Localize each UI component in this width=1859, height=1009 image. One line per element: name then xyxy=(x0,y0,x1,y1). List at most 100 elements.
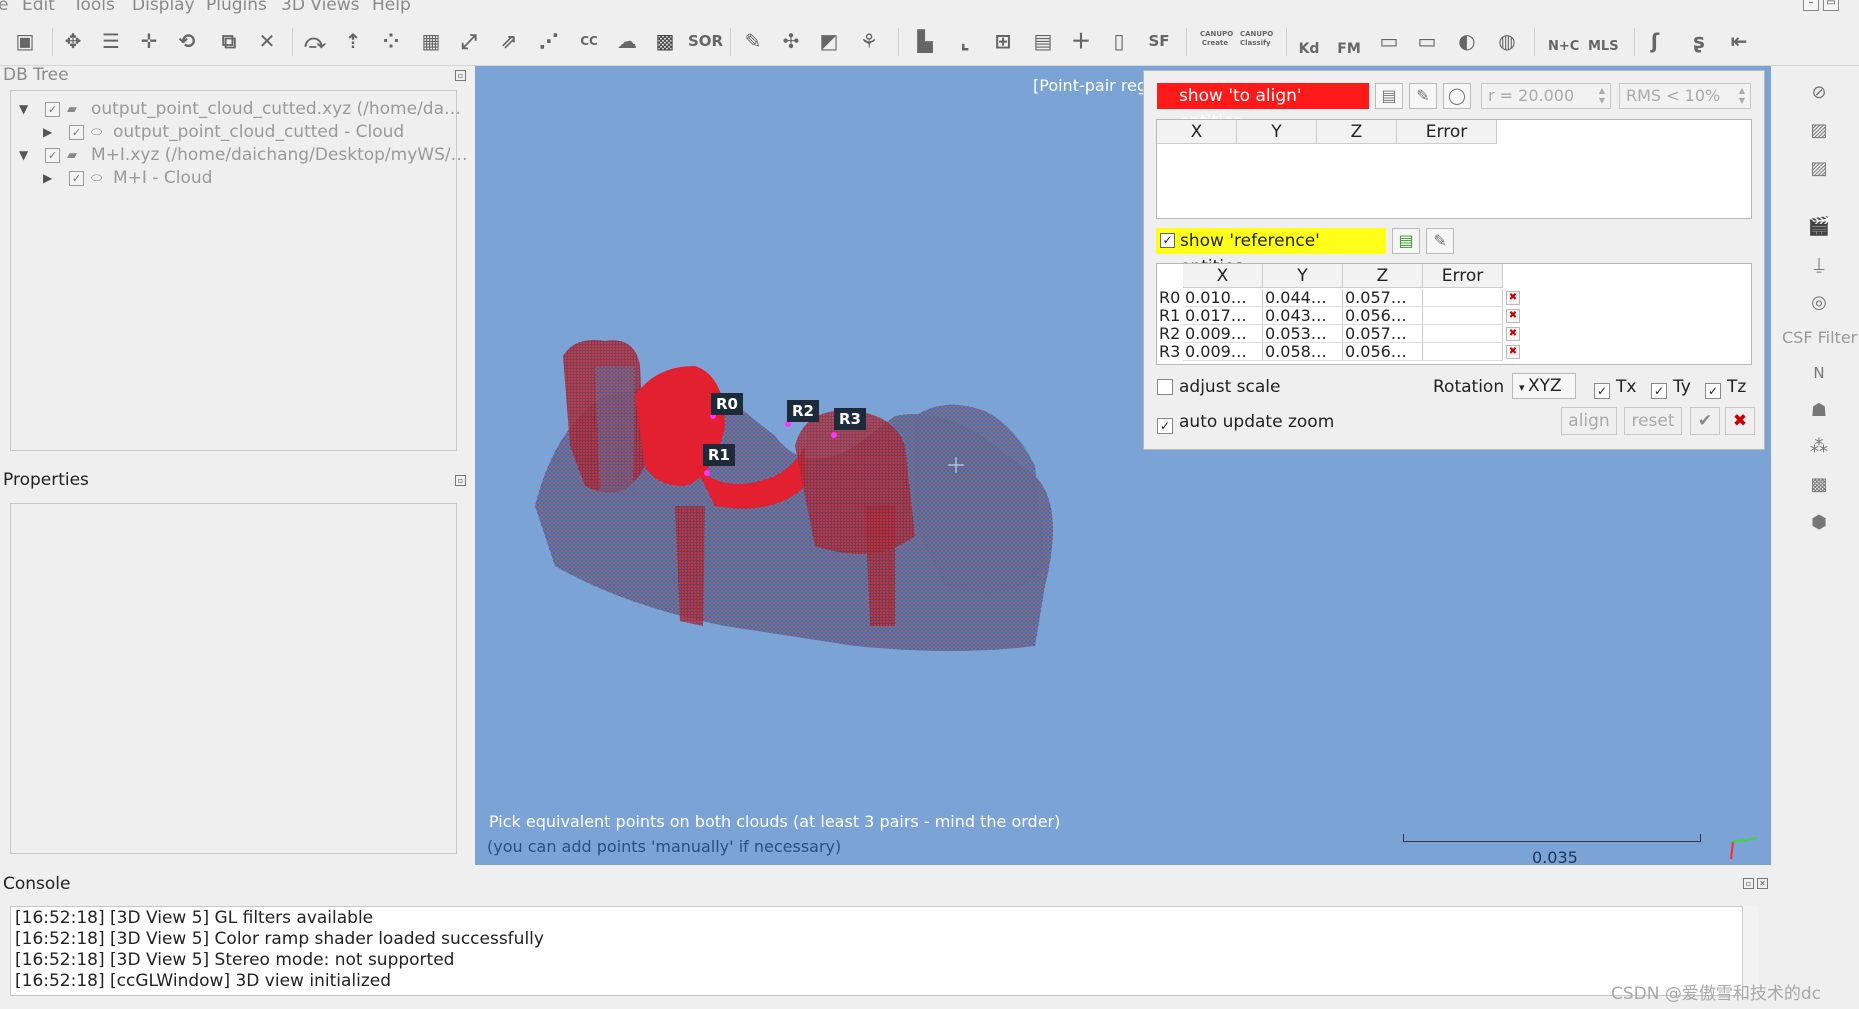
doc-icon[interactable]: ▯ xyxy=(1104,26,1134,56)
nc-icon[interactable]: N+C xyxy=(1548,26,1579,56)
column-header-y[interactable]: Y xyxy=(1263,264,1343,288)
expand-arrow-icon[interactable]: ▶ xyxy=(43,171,52,185)
move-icon[interactable]: ✣ xyxy=(776,26,806,56)
menu-item-edit[interactable]: Edit xyxy=(22,0,55,15)
brush-icon[interactable]: ⍊ xyxy=(1804,250,1834,280)
scale-icon[interactable]: ⇗ xyxy=(494,26,524,56)
rotate-icon[interactable]: ⟲ xyxy=(172,26,202,56)
ss-icon[interactable]: ʂ xyxy=(1684,26,1714,56)
forbidden-icon[interactable]: ⊘ xyxy=(1804,78,1834,108)
column-header-z[interactable]: Z xyxy=(1343,264,1423,288)
sample-icon[interactable]: ⁘ xyxy=(376,26,406,56)
ty-checkbox[interactable]: ✓ Ty xyxy=(1651,377,1691,399)
align-points-table[interactable]: X Y Z Error xyxy=(1156,119,1752,219)
cell-y[interactable]: 0.043… xyxy=(1263,307,1343,325)
cell-error[interactable] xyxy=(1423,343,1503,361)
sf-icon[interactable]: SF xyxy=(1144,26,1174,56)
cc-icon[interactable]: CC xyxy=(574,26,604,56)
rotation-select[interactable]: ▾ XYZ xyxy=(1512,373,1576,399)
canupo-create-icon[interactable]: CANUPO Create xyxy=(1200,26,1233,56)
cell-x[interactable]: 0.009… xyxy=(1183,343,1263,361)
rms-spinbox[interactable]: RMS < 10% ▲ ▼ xyxy=(1619,83,1751,109)
delete-icon[interactable]: ✕ xyxy=(252,26,282,56)
maximize-icon[interactable]: ▭ xyxy=(1823,0,1839,11)
align-button[interactable]: align xyxy=(1561,407,1617,435)
db-tree-close-icon[interactable]: ▫ xyxy=(455,70,466,81)
tree-checkbox[interactable]: ✓ xyxy=(45,148,60,163)
cam-icon[interactable]: ▭ xyxy=(1374,26,1404,56)
expand-arrow-icon[interactable]: ▼ xyxy=(19,148,28,162)
north-icon[interactable]: N xyxy=(1804,358,1834,388)
cell-error[interactable] xyxy=(1423,307,1503,325)
console-output[interactable]: [16:52:18] [3D View 5] GL filters availa… xyxy=(10,906,1759,996)
plane-icon[interactable]: ◩ xyxy=(814,26,844,56)
poisson-icon[interactable]: ⬢ xyxy=(1804,508,1834,538)
sor-icon[interactable]: SOR xyxy=(688,26,723,56)
table-icon[interactable]: ▤ xyxy=(1375,83,1403,109)
tz-checkbox[interactable]: ✓ Tz xyxy=(1705,377,1746,399)
cell-z[interactable]: 0.056… xyxy=(1343,307,1423,325)
canupo-classify-icon[interactable]: CANUPO Classify xyxy=(1240,26,1273,56)
remove-point-icon[interactable]: ✖ xyxy=(1506,309,1520,323)
remove-point-icon[interactable]: ✖ xyxy=(1506,291,1520,305)
normals-icon[interactable]: ⤢ xyxy=(454,26,484,56)
filter-icon[interactable]: ⚘ xyxy=(854,26,884,56)
pencil-icon[interactable]: ✎ xyxy=(1409,83,1437,109)
cell-z[interactable]: 0.057… xyxy=(1343,289,1423,307)
cell-error[interactable] xyxy=(1423,325,1503,343)
hpr-icon[interactable]: ☗ xyxy=(1804,396,1834,426)
cell-x[interactable]: 0.017… xyxy=(1183,307,1263,325)
show-to-align-button[interactable]: show 'to align' entities xyxy=(1157,83,1369,132)
cell-x[interactable]: 0.009… xyxy=(1183,325,1263,343)
column-header-error[interactable]: Error xyxy=(1423,264,1503,288)
translate-icon[interactable]: ✛ xyxy=(134,26,164,56)
noise-icon[interactable]: ▦ xyxy=(416,26,446,56)
reference-checkbox[interactable]: ✓ xyxy=(1160,233,1175,248)
sphere-toggle-icon[interactable]: ◯ xyxy=(1443,83,1471,109)
checkbox-box[interactable]: ✓ xyxy=(1651,383,1667,399)
max-icon[interactable]: ⊞ xyxy=(988,26,1018,56)
spin-arrows-icon[interactable]: ▲ ▼ xyxy=(1596,86,1608,106)
remove-point-icon[interactable]: ✖ xyxy=(1506,327,1520,341)
sphere-icon[interactable]: ◐ xyxy=(1452,26,1482,56)
menu-item-file[interactable]: e xyxy=(0,0,8,15)
checker-icon[interactable]: ▩ xyxy=(650,26,680,56)
cell-y[interactable]: 0.053… xyxy=(1263,325,1343,343)
plus-icon[interactable]: ＋ xyxy=(1066,26,1096,56)
save-icon[interactable]: ▣ xyxy=(10,26,40,56)
radius-spinbox[interactable]: r = 20.000 ▲ ▼ xyxy=(1481,83,1611,109)
cell-x[interactable]: 0.010… xyxy=(1183,289,1263,307)
segment-icon[interactable]: ⋰ xyxy=(534,26,564,56)
menu-item-help[interactable]: Help xyxy=(372,0,411,15)
column-header-error[interactable]: Error xyxy=(1397,120,1497,144)
menu-item-plugins[interactable]: Plugins xyxy=(206,0,267,15)
merge-icon[interactable]: ⤼ xyxy=(300,26,330,56)
menu-item-display[interactable]: Display xyxy=(132,0,195,15)
clapboard-icon[interactable]: 🎬 xyxy=(1804,212,1834,242)
reference-points-table[interactable]: X Y Z Error R0 0.010… 0.044… 0.057… ✖ R1… xyxy=(1156,263,1752,365)
expand-arrow-icon[interactable]: ▶ xyxy=(43,125,52,139)
s-icon[interactable]: ʃ xyxy=(1640,26,1670,56)
cell-error[interactable] xyxy=(1423,289,1503,307)
exit-icon[interactable]: ⇤ xyxy=(1724,26,1754,56)
pick-icon[interactable]: ✎ xyxy=(738,26,768,56)
pencil-icon[interactable]: ✎ xyxy=(1426,228,1454,254)
histogram-icon[interactable]: ▙ xyxy=(910,26,940,56)
stat-icon[interactable]: ▤ xyxy=(1028,26,1058,56)
settings-icon[interactable]: ✥ xyxy=(58,26,88,56)
checkbox-box[interactable] xyxy=(1157,379,1173,395)
checkbox-box[interactable]: ✓ xyxy=(1594,383,1610,399)
cell-y[interactable]: 0.058… xyxy=(1263,343,1343,361)
ssao-icon[interactable]: ▨ xyxy=(1804,154,1834,184)
tx-checkbox[interactable]: ✓ Tx xyxy=(1594,377,1636,399)
column-header-y[interactable]: Y xyxy=(1237,120,1317,144)
properties-close-icon[interactable]: ▫ xyxy=(455,475,466,486)
spin-arrows-icon[interactable]: ▲ ▼ xyxy=(1736,86,1748,106)
menu-item-tools[interactable]: Tools xyxy=(73,0,115,15)
reset-button[interactable]: reset xyxy=(1624,407,1682,435)
menu-item-3d-views[interactable]: 3D Views xyxy=(281,0,360,15)
table-green-icon[interactable]: ▤ xyxy=(1392,228,1420,254)
checkbox-box[interactable]: ✓ xyxy=(1157,418,1173,434)
tree-checkbox[interactable]: ✓ xyxy=(69,125,84,140)
compass-icon[interactable]: ◎ xyxy=(1804,288,1834,318)
